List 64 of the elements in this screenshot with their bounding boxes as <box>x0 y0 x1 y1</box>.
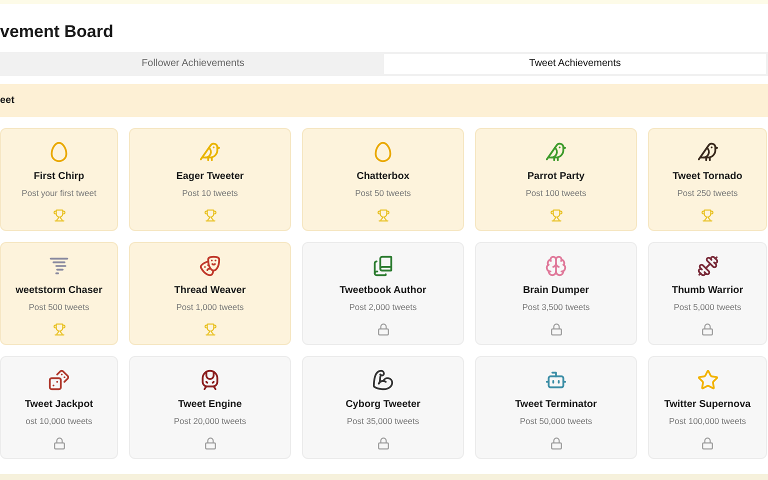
brain-icon <box>545 255 567 277</box>
achievement-name: Thread Weaver <box>174 284 246 298</box>
arm-icon <box>372 369 394 391</box>
achievement-goal: Post 100 tweets <box>526 187 586 200</box>
achievement-name: Parrot Party <box>527 170 585 184</box>
achievement-goal: Post 20,000 tweets <box>174 415 246 428</box>
lock-icon <box>701 322 714 336</box>
trophy-icon <box>204 208 216 222</box>
lock-icon <box>376 436 390 450</box>
dice-icon <box>48 369 70 391</box>
egg-icon <box>372 141 394 163</box>
achievement-name: Tweet Terminator <box>515 398 597 412</box>
achievement-goal: Post 10 tweets <box>182 187 238 200</box>
lock-icon <box>52 436 66 450</box>
tab[interactable]: Tweet Achievements <box>384 54 766 74</box>
masks-icon <box>199 255 221 277</box>
achievement-goal: Post 50 tweets <box>355 187 411 200</box>
achievement-name: Tweetbook Author <box>340 284 426 298</box>
achievement-name: First Chirp <box>34 170 84 184</box>
achievement-name: Cyborg Tweeter <box>346 398 420 412</box>
achievement-name: weetstorm Chaser <box>16 284 102 298</box>
trophy-icon <box>701 208 714 222</box>
achievement-goal: Post your first tweet <box>22 187 96 200</box>
achievement-goal: Post 100,000 tweets <box>668 415 746 428</box>
achievement-goal: Post 50,000 tweets <box>520 415 592 428</box>
train-icon <box>199 369 221 391</box>
achievement-goal: Post 3,500 tweets <box>522 301 590 314</box>
page-title: vement Board <box>0 21 114 43</box>
egg-icon <box>48 141 70 163</box>
achievement-goal: Post 35,000 tweets <box>346 415 420 428</box>
star-icon <box>696 369 718 391</box>
trophy-icon <box>204 322 216 336</box>
lock-icon <box>701 436 714 450</box>
bird-icon <box>696 141 718 163</box>
achievement-name: Tweet Tornado <box>672 170 742 184</box>
trophy-icon <box>376 208 390 222</box>
robot-icon <box>545 369 567 391</box>
achievement-goal: Post 2,000 tweets <box>349 301 417 314</box>
trophy-icon <box>550 208 562 222</box>
achievement-goal: Post 1,000 tweets <box>176 301 244 314</box>
trophy-icon <box>52 208 66 222</box>
achievement-goal: Post 250 tweets <box>677 187 738 200</box>
lock-icon <box>376 322 390 336</box>
achievement-name: Thumb Warrior <box>672 284 744 298</box>
lock-icon <box>550 322 562 336</box>
achievement-name: Eager Tweeter <box>176 170 244 184</box>
section-title: eet <box>0 94 14 108</box>
lock-icon <box>550 436 562 450</box>
achievement-name: Tweet Jackpot <box>24 398 94 412</box>
achievement-goal: ost 10,000 tweets <box>26 415 92 428</box>
achievement-name: Twitter Supernova <box>664 398 751 412</box>
books-icon <box>372 255 394 277</box>
dumbbell-icon <box>696 255 718 277</box>
tornado-icon <box>48 255 70 277</box>
achievement-name: Chatterbox <box>356 170 410 184</box>
lock-icon <box>204 436 216 450</box>
trophy-icon <box>52 322 66 336</box>
achievement-goal: Post 5,000 tweets <box>674 301 742 314</box>
bird-icon <box>199 141 221 163</box>
bird-icon <box>545 141 567 163</box>
tab[interactable]: Follower Achievements <box>2 54 384 74</box>
achievement-name: Brain Dumper <box>522 284 590 298</box>
achievement-name: Tweet Engine <box>178 398 242 412</box>
achievement-goal: Post 500 tweets <box>28 301 90 314</box>
